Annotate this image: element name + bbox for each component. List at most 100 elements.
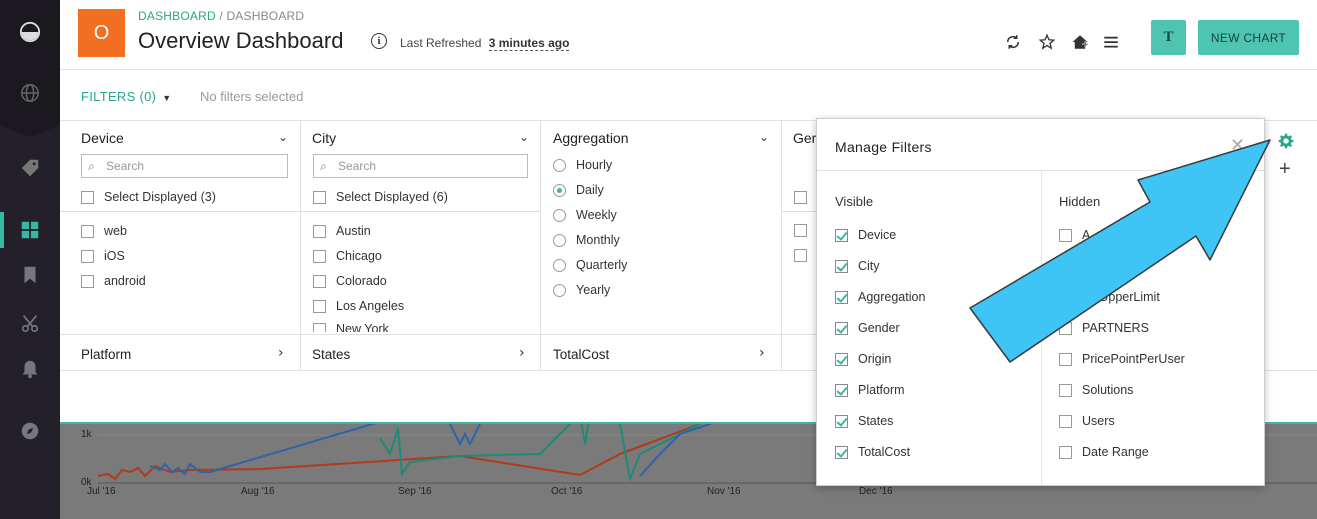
city-option[interactable]: Los Angeles	[313, 299, 404, 313]
bookmark-icon[interactable]	[15, 260, 45, 290]
visible-filter-item[interactable]: Gender	[835, 321, 900, 335]
filter-footer-totalcost[interactable]: TotalCost ›	[541, 334, 781, 371]
visible-filter-item[interactable]: Device	[835, 228, 896, 242]
city-option[interactable]: Chicago	[313, 249, 382, 263]
filter-footer-states[interactable]: States ›	[301, 334, 540, 371]
filter-footer-platform[interactable]: Platform ›	[60, 334, 300, 371]
brand-logo-icon[interactable]	[15, 17, 45, 47]
info-icon[interactable]: i	[371, 33, 387, 49]
footer-label: TotalCost	[553, 347, 610, 362]
compass-icon[interactable]	[15, 416, 45, 446]
aggregation-option[interactable]: Daily	[553, 183, 604, 197]
last-refreshed: Last Refreshed 3 minutes ago	[400, 36, 570, 51]
device-option[interactable]: web	[81, 224, 127, 238]
radio-button[interactable]	[553, 283, 566, 297]
device-select-displayed[interactable]: Select Displayed (3)	[81, 190, 216, 204]
checkbox[interactable]	[313, 224, 326, 238]
aggregation-option[interactable]: Yearly	[553, 283, 610, 297]
visible-filter-item[interactable]: Aggregation	[835, 290, 925, 304]
checkbox[interactable]	[794, 249, 807, 262]
device-search-input[interactable]: ⌕ Search	[81, 154, 288, 178]
aggregation-option[interactable]: Monthly	[553, 233, 620, 247]
gear-icon[interactable]	[1278, 133, 1296, 151]
city-option[interactable]: Colorado	[313, 274, 387, 288]
radio-button-selected[interactable]	[553, 183, 566, 197]
checkbox[interactable]	[1059, 259, 1072, 273]
visible-filter-item[interactable]: City	[835, 259, 880, 273]
refreshed-time[interactable]: 3 minutes ago	[488, 36, 570, 51]
checkbox[interactable]	[313, 190, 326, 204]
chevron-down-icon[interactable]: ⌄	[519, 130, 529, 144]
item-label: PARTNERS	[1082, 321, 1149, 335]
radio-button[interactable]	[553, 208, 566, 222]
checkbox[interactable]	[794, 191, 807, 204]
city-option[interactable]: Austin	[313, 224, 371, 238]
checkbox[interactable]	[81, 249, 94, 263]
star-icon[interactable]	[1037, 32, 1057, 52]
device-option[interactable]: iOS	[81, 249, 125, 263]
checkbox-checked[interactable]	[835, 259, 848, 273]
aggregation-option[interactable]: Hourly	[553, 158, 612, 172]
checkbox-checked[interactable]	[835, 414, 848, 428]
checkbox-checked[interactable]	[835, 383, 848, 397]
checkbox-checked[interactable]	[835, 290, 848, 304]
hidden-filter-item[interactable]: ...imit	[1059, 259, 1112, 273]
checkbox[interactable]	[1059, 290, 1072, 304]
hidden-filter-item[interactable]: PARTNERS	[1059, 321, 1149, 335]
bell-icon[interactable]	[15, 354, 45, 384]
close-icon[interactable]: ✕	[1230, 135, 1245, 156]
checkbox[interactable]	[313, 322, 326, 332]
checkbox[interactable]	[1059, 321, 1072, 335]
checkbox-checked[interactable]	[835, 445, 848, 459]
user-avatar-button[interactable]: T	[1151, 20, 1186, 55]
new-chart-button[interactable]: NEW CHART	[1198, 20, 1299, 55]
visible-filter-item[interactable]: States	[835, 414, 893, 428]
hidden-filter-item[interactable]: A	[1059, 228, 1090, 242]
checkbox[interactable]	[1059, 383, 1072, 397]
tag-icon[interactable]	[15, 153, 45, 183]
radio-button[interactable]	[553, 233, 566, 247]
device-option[interactable]: android	[81, 274, 146, 288]
visible-filter-item[interactable]: Origin	[835, 352, 891, 366]
menu-icon[interactable]	[1101, 32, 1121, 52]
checkbox[interactable]	[313, 274, 326, 288]
radio-button[interactable]	[553, 258, 566, 272]
radio-button[interactable]	[553, 158, 566, 172]
checkbox[interactable]	[1059, 352, 1072, 366]
refresh-icon[interactable]	[1003, 32, 1023, 52]
breadcrumb-link[interactable]: DASHBOARD	[138, 9, 216, 23]
chevron-down-icon[interactable]: ⌄	[278, 130, 288, 144]
aggregation-option[interactable]: Quarterly	[553, 258, 627, 272]
visible-filter-item[interactable]: TotalCost	[835, 445, 910, 459]
aggregation-option[interactable]: Weekly	[553, 208, 617, 222]
checkbox[interactable]	[313, 299, 326, 313]
checkbox-checked[interactable]	[835, 352, 848, 366]
checkbox[interactable]	[81, 274, 94, 288]
add-filter-icon[interactable]: +	[1279, 158, 1291, 181]
checkbox[interactable]	[1059, 228, 1072, 242]
checkbox-checked[interactable]	[835, 321, 848, 335]
checkbox[interactable]	[313, 249, 326, 263]
hidden-filter-item[interactable]: PricePointPerUser	[1059, 352, 1185, 366]
hidden-filter-item[interactable]: Users	[1059, 414, 1115, 428]
checkbox[interactable]	[81, 190, 94, 204]
hidden-filter-item[interactable]: Date Range	[1059, 445, 1149, 459]
chevron-down-icon[interactable]: ⌄	[759, 130, 769, 144]
visible-filter-item[interactable]: Platform	[835, 383, 905, 397]
option-label: Hourly	[576, 158, 613, 172]
home-add-icon[interactable]	[1070, 32, 1090, 52]
dashboard-grid-icon[interactable]	[15, 215, 45, 245]
checkbox[interactable]	[1059, 445, 1072, 459]
checkbox[interactable]	[1059, 414, 1072, 428]
filters-toggle[interactable]: FILTERS (0) ▼	[81, 89, 172, 104]
city-search-input[interactable]: ⌕ Search	[313, 154, 528, 178]
checkbox[interactable]	[81, 224, 94, 238]
checkbox-checked[interactable]	[835, 228, 848, 242]
hidden-filter-item[interactable]: ...eUpperLimit	[1059, 290, 1160, 304]
hidden-filter-item[interactable]: Solutions	[1059, 383, 1133, 397]
checkbox[interactable]	[794, 224, 807, 237]
city-select-displayed[interactable]: Select Displayed (6)	[313, 190, 448, 204]
city-option[interactable]: New York	[313, 322, 389, 332]
globe-icon[interactable]	[15, 78, 45, 108]
scissors-icon[interactable]	[15, 308, 45, 338]
